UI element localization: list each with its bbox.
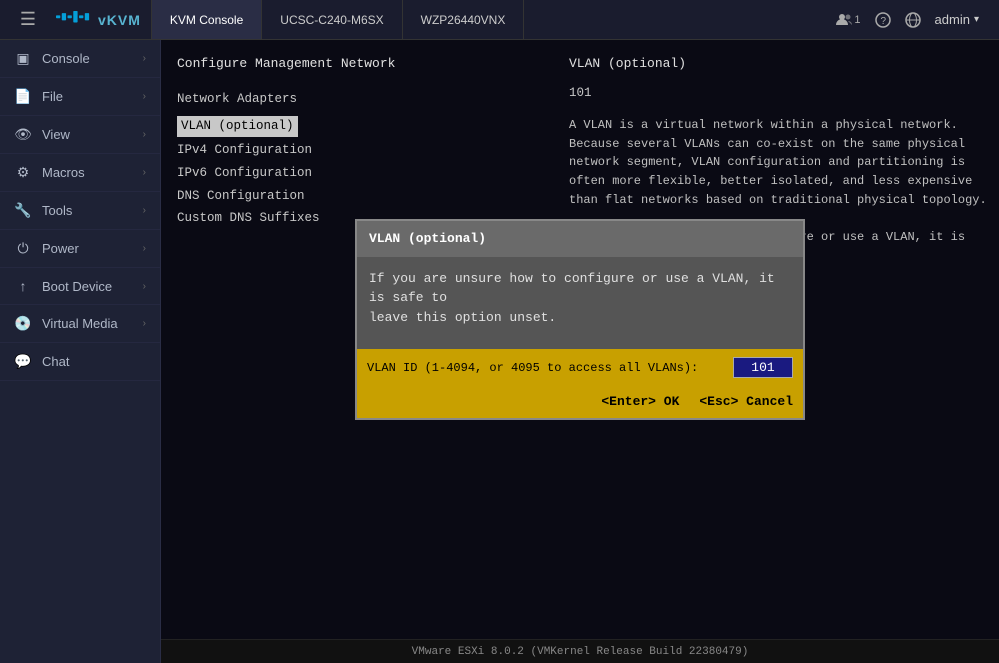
dialog-cancel-button[interactable]: <Esc> Cancel: [699, 392, 793, 412]
dialog-body: If you are unsure how to configure or us…: [357, 257, 803, 350]
dialog-title: VLAN (optional): [357, 221, 803, 257]
topbar: ☰ vKVM KVM Console UCSC-C240-M6SX WZP264…: [0, 0, 999, 40]
dialog-description: If you are unsure how to configure or us…: [369, 269, 791, 328]
user-count-icon[interactable]: 1: [836, 12, 860, 28]
brand-label: vKVM: [98, 12, 141, 28]
topbar-actions: 1 ? admin ▾: [836, 12, 989, 28]
arrow-icon: ›: [143, 129, 146, 140]
users-icon: [836, 12, 852, 28]
tab-wzp[interactable]: WZP26440VNX: [403, 0, 525, 39]
arrow-icon: ›: [143, 243, 146, 254]
chat-icon: 💬: [14, 353, 32, 370]
right-value: 101: [569, 84, 987, 103]
vmware-footer: VMware ESXi 8.0.2 (VMKernel Release Buil…: [161, 639, 999, 663]
console-icon: ▣: [14, 50, 32, 67]
menu-item-dns: DNS Configuration: [177, 187, 553, 206]
tab-kvm-console[interactable]: KVM Console: [152, 0, 262, 39]
tab-ucsc[interactable]: UCSC-C240-M6SX: [262, 0, 402, 39]
virtual-media-icon: 💿: [14, 315, 32, 332]
sidebar-item-tools[interactable]: 🔧 Tools ›: [0, 192, 160, 230]
sidebar-item-chat[interactable]: 💬 Chat: [0, 343, 160, 381]
sidebar-item-view[interactable]: 👁 View ›: [0, 116, 160, 154]
dialog-input-label: VLAN ID (1-4094, or 4095 to access all V…: [367, 359, 733, 377]
view-icon: 👁: [14, 126, 32, 143]
sidebar-item-boot-device[interactable]: ↑ Boot Device ›: [0, 268, 160, 305]
kvm-main-area: Configure Management Network Network Ada…: [161, 40, 999, 663]
sidebar-item-macros[interactable]: ⚙ Macros ›: [0, 154, 160, 192]
vmware-footer-text: VMware ESXi 8.0.2 (VMKernel Release Buil…: [412, 646, 749, 658]
menu-item-network: Network Adapters: [177, 90, 553, 109]
arrow-icon: ›: [143, 91, 146, 102]
tools-icon: 🔧: [14, 202, 32, 219]
boot-icon: ↑: [14, 278, 32, 294]
cisco-logo-icon: [56, 11, 92, 29]
arrow-icon: ›: [143, 318, 146, 329]
logo: vKVM: [46, 0, 152, 39]
macros-icon: ⚙: [14, 164, 32, 181]
file-icon: 📄: [14, 88, 32, 105]
main-layout: ▣ Console › 📄 File › 👁 View › ⚙ Macros ›…: [0, 40, 999, 663]
arrow-icon: ›: [143, 205, 146, 216]
arrow-icon: ›: [143, 53, 146, 64]
menu-item-ipv4: IPv4 Configuration: [177, 141, 553, 160]
hamburger-menu[interactable]: ☰: [10, 0, 46, 40]
sidebar-item-file[interactable]: 📄 File ›: [0, 78, 160, 116]
arrow-icon: ›: [143, 281, 146, 292]
sidebar-item-console[interactable]: ▣ Console ›: [0, 40, 160, 78]
help-icon[interactable]: ?: [875, 12, 891, 28]
dialog-input-row: VLAN ID (1-4094, or 4095 to access all V…: [357, 349, 803, 386]
right-section-title: VLAN (optional): [569, 54, 987, 74]
sidebar-item-power[interactable]: ⏻ Power ›: [0, 230, 160, 268]
vlan-dialog[interactable]: VLAN (optional) If you are unsure how to…: [355, 219, 805, 420]
menu-item-ipv6: IPv6 Configuration: [177, 164, 553, 183]
sidebar-item-virtual-media[interactable]: 💿 Virtual Media ›: [0, 305, 160, 343]
svg-text:?: ?: [880, 16, 886, 27]
kvm-screen[interactable]: Configure Management Network Network Ada…: [161, 40, 999, 639]
power-icon: ⏻: [14, 240, 32, 257]
main-title: Configure Management Network: [177, 54, 553, 74]
tab-bar: KVM Console UCSC-C240-M6SX WZP26440VNX: [152, 0, 837, 39]
sidebar: ▣ Console › 📄 File › 👁 View › ⚙ Macros ›…: [0, 40, 161, 663]
terminal-content: Configure Management Network Network Ada…: [161, 40, 999, 639]
globe-icon[interactable]: [905, 12, 921, 28]
dialog-actions: <Enter> OK <Esc> Cancel: [357, 386, 803, 418]
vlan-id-input[interactable]: [733, 357, 793, 378]
dialog-ok-button[interactable]: <Enter> OK: [601, 392, 679, 412]
menu-item-vlan-selected: VLAN (optional): [177, 116, 298, 137]
user-label[interactable]: admin ▾: [935, 12, 979, 27]
arrow-icon: ›: [143, 167, 146, 178]
